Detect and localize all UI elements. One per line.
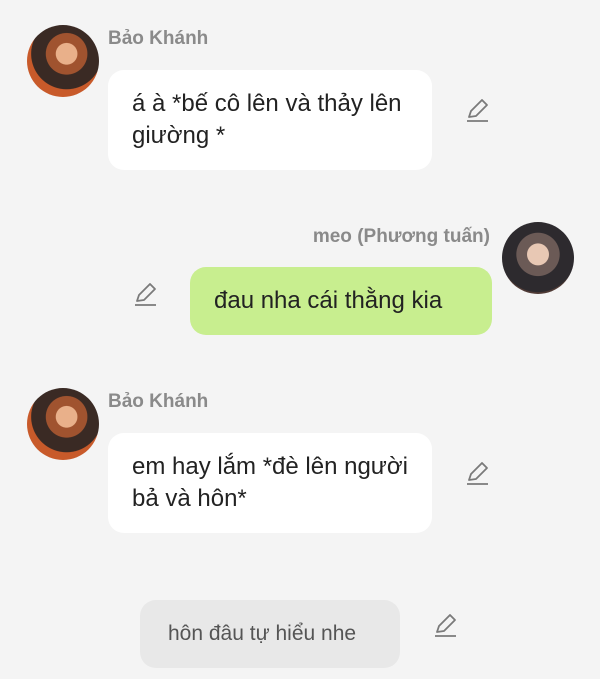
message-bubble[interactable]: á à *bế cô lên và thảy lên giường *	[108, 70, 432, 170]
sender-name: Bảo Khánh	[108, 391, 209, 412]
avatar-meo[interactable]	[502, 222, 574, 294]
sender-name: Bảo Khánh	[108, 28, 209, 49]
avatar-bao-khanh[interactable]	[27, 388, 99, 460]
message-bubble[interactable]: em hay lắm *đè lên người bả và hôn*	[108, 433, 432, 533]
narration-bubble[interactable]: hôn đâu tự hiểu nhe	[140, 600, 400, 668]
sender-name: meo (Phương tuấn)	[312, 226, 490, 247]
avatar-bao-khanh[interactable]	[27, 25, 99, 97]
edit-icon[interactable]	[464, 461, 490, 487]
message-text: hôn đâu tự hiểu nhe	[168, 622, 357, 645]
message-bubble[interactable]: đau nha cái thằng kia	[190, 267, 492, 335]
message-text: á à *bế cô lên và thảy lên giường *	[132, 90, 402, 149]
edit-icon[interactable]	[464, 98, 490, 124]
edit-icon[interactable]	[132, 282, 158, 308]
edit-icon[interactable]	[432, 613, 458, 639]
message-text: em hay lắm *đè lên người bả và hôn*	[132, 453, 408, 512]
message-text: đau nha cái thằng kia	[214, 287, 443, 314]
